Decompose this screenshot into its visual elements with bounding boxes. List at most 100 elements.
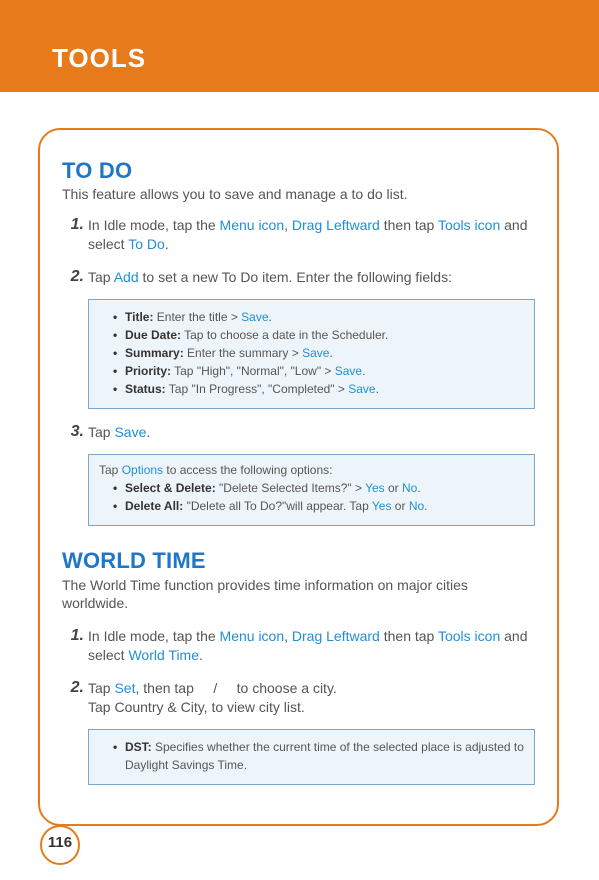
text: . <box>376 382 379 396</box>
tools-icon-link: Tools icon <box>438 628 500 644</box>
todo-link: To Do <box>128 236 165 252</box>
save-link: Save <box>302 346 329 360</box>
text: . <box>199 647 203 663</box>
todo-step-2: 2. Tap Add to set a new To Do item. Ente… <box>62 268 535 287</box>
text: . <box>269 310 272 324</box>
step-body: In Idle mode, tap the Menu icon, Drag Le… <box>88 216 535 254</box>
label: Title: <box>125 310 153 324</box>
header-bar: TOOLS <box>0 0 599 92</box>
option-select-delete: Select & Delete: "Delete Selected Items?… <box>113 479 524 497</box>
field-summary: Summary: Enter the summary > Save. <box>113 344 524 362</box>
save-link: Save <box>348 382 375 396</box>
text: . <box>417 481 420 495</box>
text: , then tap <box>135 680 197 696</box>
text: "Delete all To Do?"will appear. Tap <box>183 499 372 513</box>
step-number: 1. <box>62 216 88 254</box>
dst-box: DST: Specifies whether the current time … <box>88 729 535 785</box>
text: then tap <box>380 628 438 644</box>
tools-icon-link: Tools icon <box>438 217 500 233</box>
text: Tap Country & City, to view city list. <box>88 699 305 715</box>
text: . <box>146 424 150 440</box>
add-link: Add <box>114 269 139 285</box>
step-body: In Idle mode, tap the Menu icon, Drag Le… <box>88 627 535 665</box>
yes-link: Yes <box>365 481 385 495</box>
text: / <box>213 680 217 696</box>
text: or <box>385 481 402 495</box>
options-link: Options <box>122 463 163 477</box>
options-lead: Tap Options to access the following opti… <box>99 463 524 477</box>
text: Enter the title > <box>153 310 241 324</box>
yes-link: Yes <box>372 499 392 513</box>
field-due-date: Due Date: Tap to choose a date in the Sc… <box>113 326 524 344</box>
no-link: No <box>409 499 424 513</box>
text: . <box>165 236 169 252</box>
text: Tap <box>99 463 122 477</box>
world-time-link: World Time <box>128 647 199 663</box>
text: Tap <box>88 424 114 440</box>
page: TOOLS TO DO This feature allows you to s… <box>0 0 599 880</box>
field-priority: Priority: Tap "High", "Normal", "Low" > … <box>113 362 524 380</box>
text: then tap <box>380 217 438 233</box>
page-number-badge: 116 <box>40 828 84 862</box>
text: In Idle mode, tap the <box>88 628 220 644</box>
label: Status: <box>125 382 166 396</box>
label: Select & Delete: <box>125 481 216 495</box>
step-body: Tap Add to set a new To Do item. Enter t… <box>88 268 452 287</box>
step-number: 3. <box>62 423 88 442</box>
text: Tap <box>88 269 114 285</box>
save-link: Save <box>335 364 362 378</box>
label: DST: <box>125 740 152 754</box>
field-status: Status: Tap "In Progress", "Completed" >… <box>113 380 524 398</box>
step-number: 2. <box>62 679 88 717</box>
world-step-2: 2. Tap Set, then tap / to choose a city.… <box>62 679 535 717</box>
set-link: Set <box>114 680 135 696</box>
section-title-world-time: WORLD TIME <box>62 548 535 574</box>
save-link: Save <box>114 424 146 440</box>
text: to set a new To Do item. Enter the follo… <box>139 269 452 285</box>
no-link: No <box>402 481 417 495</box>
text: Tap to choose a date in the Scheduler. <box>181 328 388 342</box>
option-delete-all: Delete All: "Delete all To Do?"will appe… <box>113 497 524 515</box>
text: . <box>362 364 365 378</box>
text: to access the following options: <box>163 463 332 477</box>
text: "Delete Selected Items?" > <box>216 481 365 495</box>
text: , <box>284 628 292 644</box>
label: Delete All: <box>125 499 183 513</box>
label: Priority: <box>125 364 171 378</box>
menu-icon-link: Menu icon <box>220 628 285 644</box>
todo-step-1: 1. In Idle mode, tap the Menu icon, Drag… <box>62 216 535 254</box>
step-body: Tap Set, then tap / to choose a city. Ta… <box>88 679 337 717</box>
text: or <box>391 499 408 513</box>
todo-step-3: 3. Tap Save. <box>62 423 535 442</box>
text: Tap "In Progress", "Completed" > <box>166 382 349 396</box>
text: Tap "High", "Normal", "Low" > <box>171 364 335 378</box>
text: Enter the summary > <box>184 346 302 360</box>
step-number: 2. <box>62 268 88 287</box>
world-step-1: 1. In Idle mode, tap the Menu icon, Drag… <box>62 627 535 665</box>
label: Summary: <box>125 346 184 360</box>
step-number: 1. <box>62 627 88 665</box>
section-subtitle-todo: This feature allows you to save and mana… <box>62 186 535 202</box>
page-title: TOOLS <box>52 43 146 74</box>
text: In Idle mode, tap the <box>88 217 220 233</box>
field-title: Title: Enter the title > Save. <box>113 308 524 326</box>
text: . <box>329 346 332 360</box>
text: . <box>424 499 427 513</box>
text: Tap <box>88 680 114 696</box>
text: Specifies whether the current time of th… <box>125 740 524 772</box>
step-body: Tap Save. <box>88 423 150 442</box>
fields-box: Title: Enter the title > Save. Due Date:… <box>88 299 535 409</box>
text: , <box>284 217 292 233</box>
save-link: Save <box>241 310 268 324</box>
label: Due Date: <box>125 328 181 342</box>
text: to choose a city. <box>233 680 337 696</box>
page-number: 116 <box>40 834 80 851</box>
drag-leftward-link: Drag Leftward <box>292 217 380 233</box>
section-title-todo: TO DO <box>62 158 535 184</box>
content-card: TO DO This feature allows you to save an… <box>38 128 559 826</box>
drag-leftward-link: Drag Leftward <box>292 628 380 644</box>
dst-item: DST: Specifies whether the current time … <box>113 738 524 774</box>
section-subtitle-world-time: The World Time function provides time in… <box>62 576 535 614</box>
menu-icon-link: Menu icon <box>220 217 285 233</box>
options-box: Tap Options to access the following opti… <box>88 454 535 526</box>
